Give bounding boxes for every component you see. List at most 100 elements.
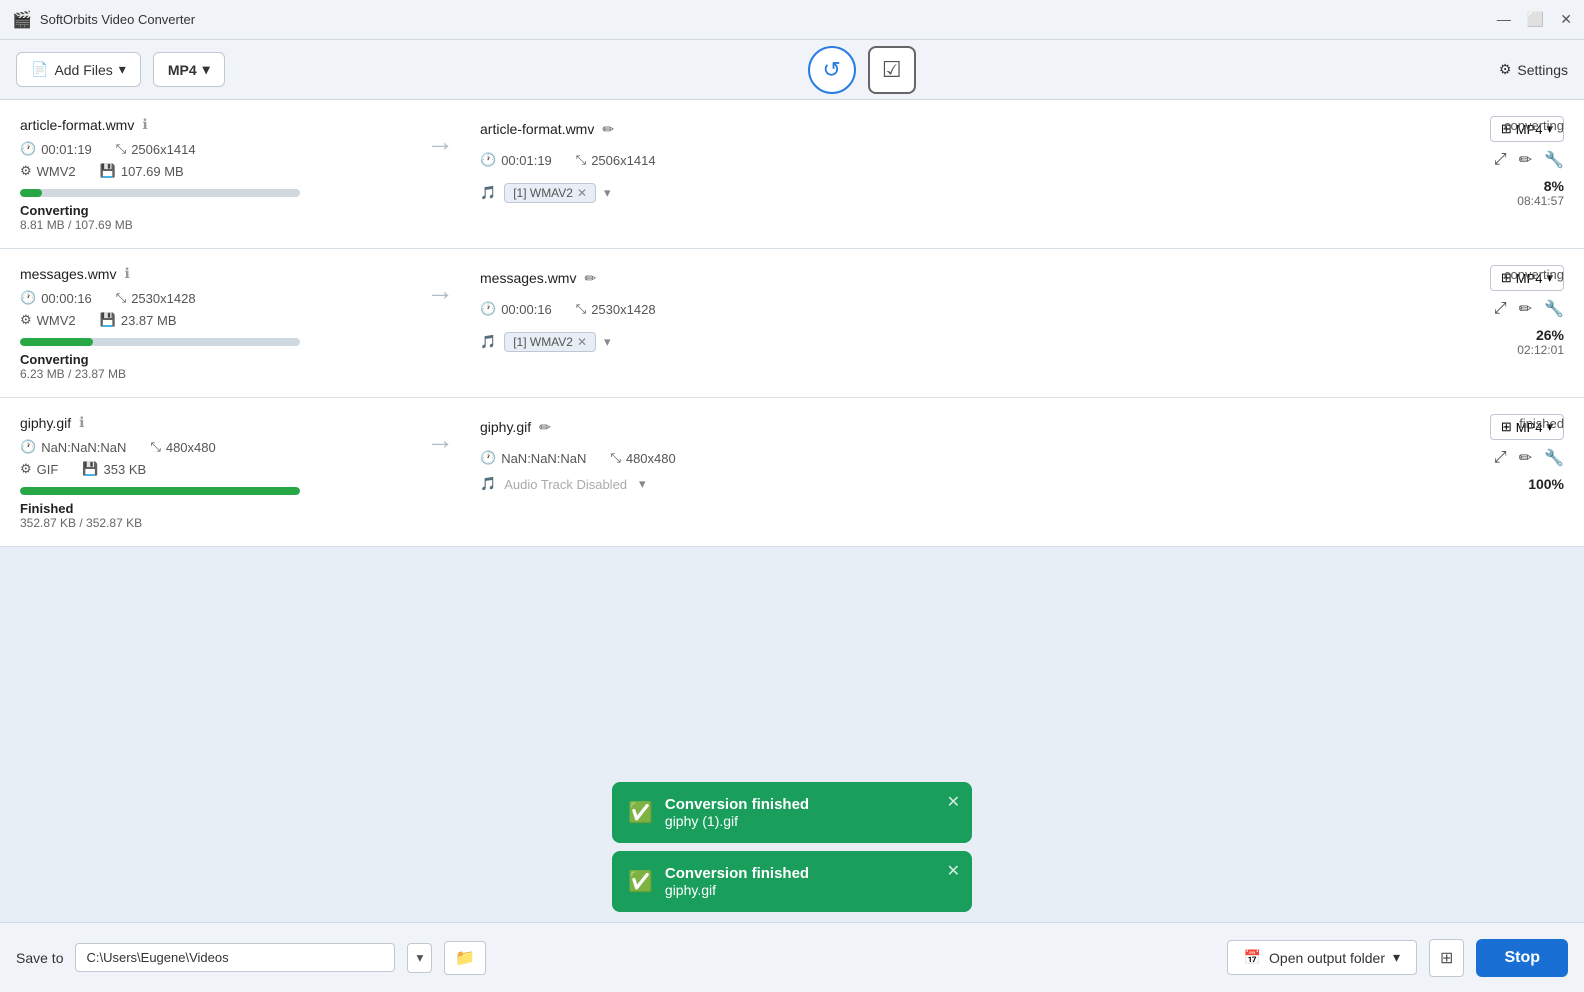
settings-icon: ⚙: [1499, 61, 1512, 78]
file-source-codec: ⚙ WMV2 💾 107.69 MB: [20, 163, 400, 179]
audio-row: 🎵 [1] WMAV2 ✕ ▾ 8% 08:41:57: [480, 178, 1564, 208]
path-dropdown-button[interactable]: ▾: [407, 943, 432, 973]
percent-text: 100%: [1528, 476, 1564, 492]
progress-sizes: 6.23 MB / 23.87 MB: [20, 367, 400, 381]
percent-text: 26%: [1517, 327, 1564, 343]
percent-text: 8%: [1517, 178, 1564, 194]
save-path-input[interactable]: [75, 943, 395, 972]
add-files-button[interactable]: 📄 Add Files ▾: [16, 52, 141, 87]
file-target-meta: 🕐 NaN:NaN:NaN ⤡ 480x480 ⤢ ✏ 🔧: [480, 448, 1564, 468]
format-selector[interactable]: MP4 ▾: [153, 52, 225, 87]
audio-row: 🎵 Audio Track Disabled ▾ 100%: [480, 476, 1564, 492]
progress-section: Finished 352.87 KB / 352.87 KB: [20, 487, 400, 530]
toolbar-center: ↺ ☑: [237, 46, 1487, 94]
clock-icon: 🕐: [480, 450, 496, 466]
file-target-name: article-format.wmv ✏: [480, 121, 614, 138]
audio-row: 🎵 [1] WMAV2 ✕ ▾ 26% 02:12:01: [480, 327, 1564, 357]
remove-audio-icon[interactable]: ✕: [577, 335, 587, 349]
convert-button[interactable]: ↺: [808, 46, 856, 94]
info-icon[interactable]: ℹ: [79, 414, 84, 431]
target-resolution: ⤡ 2506x1414: [576, 152, 656, 168]
maximize-button[interactable]: ⬜: [1527, 11, 1544, 28]
file-source-codec: ⚙ WMV2 💾 23.87 MB: [20, 312, 400, 328]
file-source-name: article-format.wmv ℹ: [20, 116, 400, 133]
progress-section: Converting 6.23 MB / 23.87 MB: [20, 338, 400, 381]
file-target-info: messages.wmv ✏ converting ⊞ MP4 ▾ 🕐 00:0…: [480, 265, 1564, 357]
target-resolution: ⤡ 480x480: [610, 450, 675, 466]
toast-check-icon: ✅: [628, 869, 653, 894]
edit-name-icon[interactable]: ✏: [539, 419, 551, 436]
toast-close-button[interactable]: ✕: [947, 792, 960, 812]
resize-icon: ⤡: [116, 290, 126, 306]
arrow-right-icon: →: [426, 275, 454, 307]
toast-notification: ✅ Conversion finished giphy.gif ✕: [612, 851, 972, 912]
audio-dropdown-icon[interactable]: ▾: [604, 334, 611, 350]
grid-view-button[interactable]: ⊞: [1429, 939, 1464, 977]
toast-filename: giphy.gif: [665, 882, 809, 898]
target-duration: 🕐 00:01:19: [480, 152, 552, 168]
disk-icon: 💾: [100, 312, 116, 328]
wrench-icon[interactable]: 🔧: [1544, 299, 1564, 319]
target-duration: 🕐 00:00:16: [480, 301, 552, 317]
audio-dropdown-icon[interactable]: ▾: [604, 185, 611, 201]
crop-icon[interactable]: ⤢: [1494, 151, 1507, 169]
settings-button[interactable]: ⚙ Settings: [1499, 61, 1568, 78]
edit-icon[interactable]: ✏: [1519, 448, 1532, 468]
toast-title: Conversion finished: [665, 865, 809, 882]
close-button[interactable]: ✕: [1560, 11, 1572, 28]
stop-button[interactable]: Stop: [1476, 939, 1568, 977]
titlebar: 🎬 SoftOrbits Video Converter — ⬜ ✕: [0, 0, 1584, 40]
codec-info: ⚙ WMV2: [20, 312, 76, 328]
file-target-info: article-format.wmv ✏ converting ⊞ MP4 ▾ …: [480, 116, 1564, 208]
edit-name-icon[interactable]: ✏: [584, 270, 596, 287]
edit-icon[interactable]: ✏: [1519, 299, 1532, 319]
progress-bar-bg: [20, 189, 300, 197]
time-remaining: 08:41:57: [1517, 194, 1564, 208]
format-label: MP4: [168, 62, 197, 78]
crop-icon[interactable]: ⤢: [1494, 449, 1507, 467]
open-folder-chevron-icon: ▾: [1393, 949, 1400, 966]
remove-audio-icon[interactable]: ✕: [577, 186, 587, 200]
progress-label: Converting: [20, 203, 400, 218]
toast-filename: giphy (1).gif: [665, 813, 809, 829]
toast-close-button[interactable]: ✕: [947, 861, 960, 881]
minimize-button[interactable]: —: [1497, 11, 1511, 28]
progress-section: Converting 8.81 MB / 107.69 MB: [20, 189, 400, 232]
settings-label: Settings: [1517, 62, 1568, 78]
audio-tag: [1] WMAV2 ✕: [504, 183, 596, 203]
file-target-header: article-format.wmv ✏ converting ⊞ MP4 ▾: [480, 116, 1564, 142]
file-target-header: giphy.gif ✏ finished ⊞ MP4 ▾: [480, 414, 1564, 440]
edit-name-icon[interactable]: ✏: [602, 121, 614, 138]
browse-folder-button[interactable]: 📁: [444, 941, 486, 975]
arrow-col: →: [400, 414, 480, 456]
clock-icon: 🕐: [20, 439, 36, 455]
wrench-icon[interactable]: 🔧: [1544, 150, 1564, 170]
edit-icon[interactable]: ✏: [1519, 150, 1532, 170]
info-icon[interactable]: ℹ: [142, 116, 147, 133]
open-folder-button[interactable]: 📅 Open output folder ▾: [1227, 940, 1417, 975]
crop-icon[interactable]: ⤢: [1494, 300, 1507, 318]
add-files-icon: 📄: [31, 61, 48, 78]
save-to-label: Save to: [16, 950, 63, 966]
codec-info: ⚙ GIF: [20, 461, 58, 477]
file-source-meta: 🕐 00:01:19 ⤡ 2506x1414: [20, 141, 400, 157]
app-title: SoftOrbits Video Converter: [40, 12, 195, 27]
file-row: messages.wmv ℹ 🕐 00:00:16 ⤡ 2530x1428 ⚙ …: [0, 249, 1584, 398]
file-target-name: messages.wmv ✏: [480, 270, 596, 287]
audio-dropdown-icon[interactable]: ▾: [639, 476, 646, 492]
audio-icon: 🎵: [480, 185, 496, 201]
info-icon[interactable]: ℹ: [124, 265, 129, 282]
size-info: 💾 353 KB: [82, 461, 146, 477]
grid-icon: ⊞: [1501, 419, 1512, 435]
checkmark-button[interactable]: ☑: [868, 46, 916, 94]
gear-icon: ⚙: [20, 163, 32, 179]
clock-icon: 🕐: [20, 290, 36, 306]
audio-icon: 🎵: [480, 476, 496, 492]
add-files-label: Add Files: [54, 62, 112, 78]
format-chevron-icon: ▾: [203, 61, 210, 78]
file-row: article-format.wmv ℹ 🕐 00:01:19 ⤡ 2506x1…: [0, 100, 1584, 249]
codec-info: ⚙ WMV2: [20, 163, 76, 179]
wrench-icon[interactable]: 🔧: [1544, 448, 1564, 468]
clock-icon: 🕐: [20, 141, 36, 157]
app-icon: 🎬: [12, 10, 32, 30]
